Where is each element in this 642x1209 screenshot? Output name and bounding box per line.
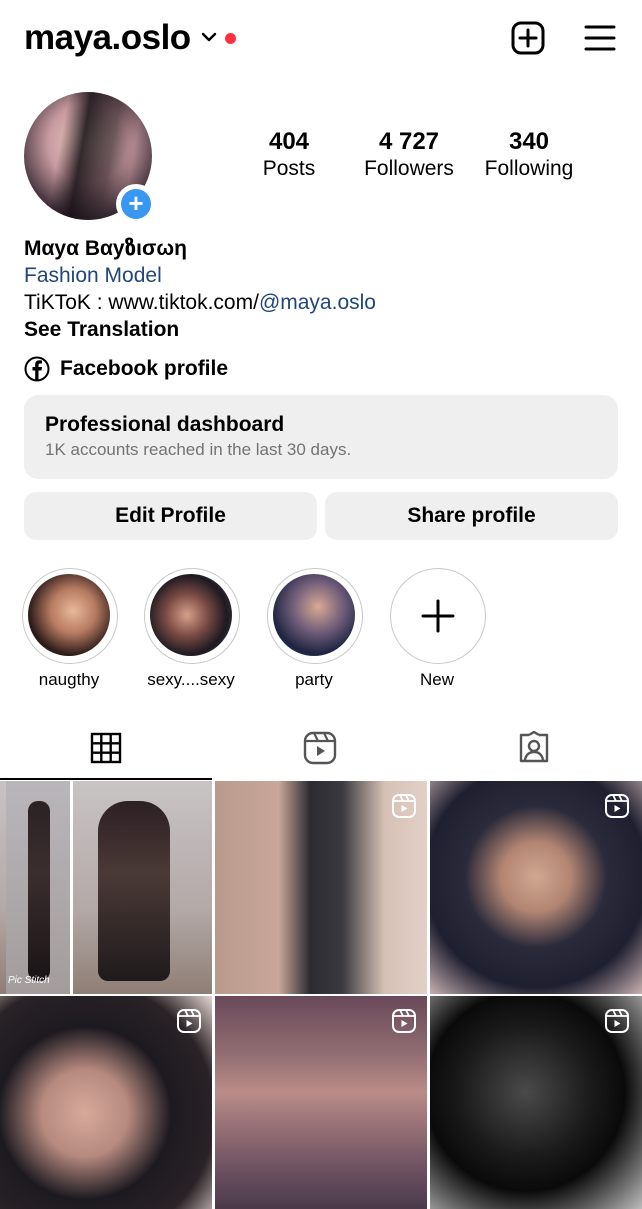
plus-icon[interactable] [420, 598, 456, 634]
profile-category: Fashion Model [24, 264, 162, 287]
facebook-profile-label: Facebook profile [60, 357, 229, 380]
highlight-cover[interactable] [273, 574, 355, 656]
following-count[interactable]: 340 [469, 128, 589, 156]
see-translation-link[interactable]: See Translation [24, 318, 179, 342]
new-highlight-label[interactable]: New [375, 670, 499, 690]
followers-label[interactable]: Followers [349, 157, 469, 181]
reels-icon[interactable] [303, 731, 337, 765]
bio-mention-link[interactable]: @maya.oslo [259, 291, 376, 314]
bio-link-line: TiKToK : www.tiktok.com/@maya.oslo [24, 291, 376, 315]
highlight-cover[interactable] [28, 574, 110, 656]
bio-link-text[interactable]: TiKToK : www.tiktok.com/ [24, 291, 259, 314]
highlight-cover[interactable] [150, 574, 232, 656]
reel-badge-icon [392, 1009, 416, 1033]
highlight-label[interactable]: naugthy [7, 670, 131, 690]
notification-dot [225, 33, 236, 44]
profile-username[interactable]: maya.oslo [24, 18, 191, 58]
dashboard-title: Professional dashboard [45, 413, 285, 436]
tagged-icon[interactable] [517, 731, 551, 765]
profile-display-name: Mαyα Bαyზισωη [24, 237, 187, 260]
reel-thumbnail[interactable] [215, 996, 427, 1209]
posts-label[interactable]: Posts [229, 157, 349, 181]
posts-count[interactable]: 404 [229, 128, 349, 156]
reel-badge-icon [605, 1009, 629, 1033]
grid-icon[interactable] [90, 732, 122, 764]
dashboard-subtitle: 1K accounts reached in the last 30 days. [45, 440, 352, 459]
plus-icon[interactable]: + [121, 189, 151, 219]
post-thumbnail[interactable]: Pic Stitch [0, 781, 212, 994]
chevron-down-icon[interactable] [200, 28, 218, 46]
highlight-label[interactable]: party [252, 670, 376, 690]
edit-profile-button[interactable]: Edit Profile [24, 492, 317, 540]
reel-thumbnail[interactable] [430, 996, 642, 1209]
followers-count[interactable]: 4 727 [349, 128, 469, 156]
reel-thumbnail[interactable] [0, 996, 212, 1209]
reel-badge-icon [392, 794, 416, 818]
following-label[interactable]: Following [469, 157, 589, 181]
professional-dashboard-card[interactable] [24, 395, 618, 479]
menu-icon[interactable] [580, 18, 620, 58]
share-profile-button[interactable]: Share profile [325, 492, 618, 540]
facebook-icon [24, 356, 50, 382]
active-tab-indicator [0, 778, 212, 780]
reel-thumbnail[interactable] [215, 781, 427, 994]
reel-badge-icon [177, 1009, 201, 1033]
new-post-icon[interactable] [508, 18, 548, 58]
pic-stitch-watermark: Pic Stitch [8, 975, 50, 986]
reel-thumbnail[interactable] [430, 781, 642, 994]
reel-badge-icon [605, 794, 629, 818]
facebook-profile-link[interactable]: Facebook profile [24, 356, 228, 382]
highlight-label[interactable]: sexy....sexy [129, 670, 253, 690]
